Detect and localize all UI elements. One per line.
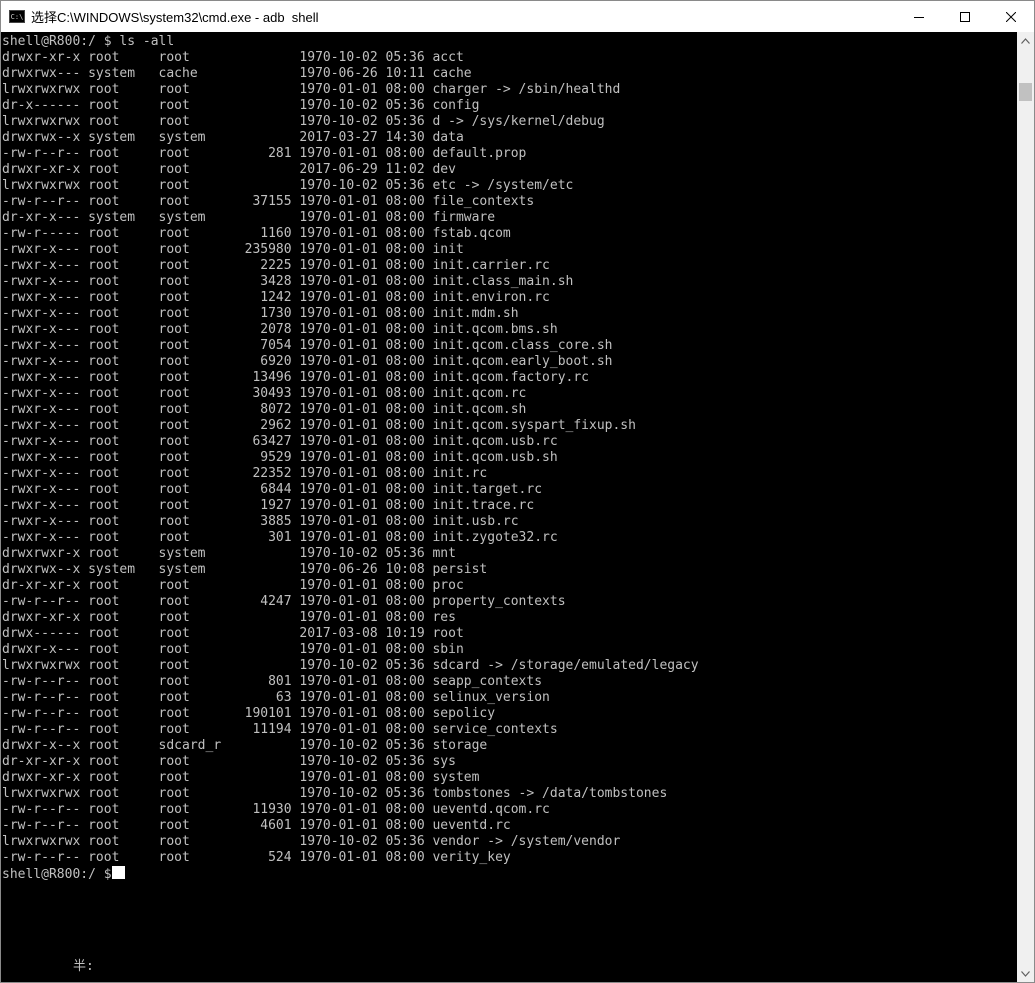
- listing-row: -rw-r----- root root 1160 1970-01-01 08:…: [2, 226, 511, 241]
- scroll-down-button[interactable]: [1017, 965, 1034, 982]
- listing-row: dr-x------ root root 1970-10-02 05:36 co…: [2, 98, 480, 113]
- listing-row: -rwxr-x--- root root 2962 1970-01-01 08:…: [2, 418, 636, 433]
- command-line: shell@R800:/ $ ls -all: [2, 34, 175, 49]
- listing-row: dr-xr-xr-x root root 1970-10-02 05:36 sy…: [2, 754, 456, 769]
- title-bar[interactable]: C:\ 选择C:\WINDOWS\system32\cmd.exe - adb …: [1, 1, 1034, 32]
- cmd-window: C:\ 选择C:\WINDOWS\system32\cmd.exe - adb …: [0, 0, 1035, 983]
- listing-row: -rwxr-x--- root root 22352 1970-01-01 08…: [2, 466, 488, 481]
- listing-row: -rwxr-x--- root root 301 1970-01-01 08:0…: [2, 530, 558, 545]
- listing-row: -rwxr-x--- root root 6844 1970-01-01 08:…: [2, 482, 543, 497]
- listing-row: -rwxr-x--- root root 3428 1970-01-01 08:…: [2, 274, 574, 289]
- maximize-button[interactable]: [942, 1, 988, 32]
- chevron-down-icon: [1021, 970, 1030, 977]
- window-title: 选择C:\WINDOWS\system32\cmd.exe - adb shel…: [31, 10, 319, 25]
- listing-row: -rwxr-x--- root root 1242 1970-01-01 08:…: [2, 290, 550, 305]
- console-output: shell@R800:/ $ ls -all drwxr-xr-x root ro…: [2, 34, 699, 882]
- close-icon: [1006, 11, 1016, 22]
- listing-row: lrwxrwxrwx root root 1970-10-02 05:36 ve…: [2, 834, 621, 849]
- minimize-button[interactable]: [896, 1, 942, 32]
- listing-row: drwxrwx--x system system 2017-03-27 14:3…: [2, 130, 464, 145]
- listing-row: -rwxr-x--- root root 13496 1970-01-01 08…: [2, 370, 589, 385]
- scroll-up-button[interactable]: [1017, 32, 1034, 49]
- listing-row: lrwxrwxrwx root root 1970-10-02 05:36 et…: [2, 178, 574, 193]
- listing-row: -rwxr-x--- root root 30493 1970-01-01 08…: [2, 386, 527, 401]
- listing-row: -rw-r--r-- root root 11194 1970-01-01 08…: [2, 722, 558, 737]
- scroll-thumb[interactable]: [1019, 83, 1032, 101]
- listing-row: -rw-r--r-- root root 281 1970-01-01 08:0…: [2, 146, 527, 161]
- listing-row: -rwxr-x--- root root 1927 1970-01-01 08:…: [2, 498, 535, 513]
- listing-row: lrwxrwxrwx root root 1970-10-02 05:36 to…: [2, 786, 668, 801]
- listing-row: drwx------ root root 2017-03-08 10:19 ro…: [2, 626, 464, 641]
- vertical-scrollbar[interactable]: [1017, 32, 1034, 982]
- listing-row: lrwxrwxrwx root root 1970-10-02 05:36 d …: [2, 114, 605, 129]
- listing-row: -rwxr-x--- root root 8072 1970-01-01 08:…: [2, 402, 527, 417]
- final-prompt-line: shell@R800:/ $: [2, 866, 699, 882]
- listing-row: drwxr-xr-x root root 2017-06-29 11:02 de…: [2, 162, 456, 177]
- cmd-icon[interactable]: C:\: [9, 10, 25, 23]
- listing-row: -rwxr-x--- root root 6920 1970-01-01 08:…: [2, 354, 613, 369]
- listing-row: -rw-r--r-- root root 4601 1970-01-01 08:…: [2, 818, 511, 833]
- minimize-icon: [914, 16, 924, 18]
- listing-row: -rw-r--r-- root root 524 1970-01-01 08:0…: [2, 850, 511, 865]
- listing-row: drwxrwxr-x root system 1970-10-02 05:36 …: [2, 546, 456, 561]
- close-button[interactable]: [988, 1, 1034, 32]
- listing-row: -rw-r--r-- root root 37155 1970-01-01 08…: [2, 194, 535, 209]
- console-area[interactable]: shell@R800:/ $ ls -all drwxr-xr-x root ro…: [1, 32, 1017, 982]
- ime-status: 半:: [73, 959, 94, 974]
- listing-row: -rw-r--r-- root root 190101 1970-01-01 0…: [2, 706, 496, 721]
- listing-row: drwxr-xr-x root root 1970-01-01 08:00 re…: [2, 610, 456, 625]
- listing-row: -rw-r--r-- root root 11930 1970-01-01 08…: [2, 802, 550, 817]
- listing-row: drwxr-xr-x root root 1970-01-01 08:00 sy…: [2, 770, 480, 785]
- directory-listing: drwxr-xr-x root root 1970-10-02 05:36 ac…: [2, 50, 699, 866]
- listing-row: -rwxr-x--- root root 2078 1970-01-01 08:…: [2, 322, 558, 337]
- listing-row: -rwxr-x--- root root 1730 1970-01-01 08:…: [2, 306, 519, 321]
- listing-row: -rwxr-x--- root root 7054 1970-01-01 08:…: [2, 338, 613, 353]
- listing-row: drwxrwx--- system cache 1970-06-26 10:11…: [2, 66, 472, 81]
- listing-row: drwxr-x--- root root 1970-01-01 08:00 sb…: [2, 642, 464, 657]
- listing-row: lrwxrwxrwx root root 1970-10-02 05:36 sd…: [2, 658, 699, 673]
- listing-row: -rwxr-x--- root root 63427 1970-01-01 08…: [2, 434, 558, 449]
- final-prompt: shell@R800:/ $: [2, 867, 112, 882]
- listing-row: lrwxrwxrwx root root 1970-01-01 08:00 ch…: [2, 82, 621, 97]
- listing-row: -rw-r--r-- root root 63 1970-01-01 08:00…: [2, 690, 550, 705]
- listing-row: -rw-r--r-- root root 801 1970-01-01 08:0…: [2, 674, 543, 689]
- listing-row: -rw-r--r-- root root 4247 1970-01-01 08:…: [2, 594, 566, 609]
- listing-row: drwxrwx--x system system 1970-06-26 10:0…: [2, 562, 488, 577]
- listing-row: -rwxr-x--- root root 2225 1970-01-01 08:…: [2, 258, 550, 273]
- maximize-icon: [960, 11, 970, 22]
- listing-row: -rwxr-x--- root root 235980 1970-01-01 0…: [2, 242, 464, 257]
- listing-row: drwxr-xr-x root root 1970-10-02 05:36 ac…: [2, 50, 464, 65]
- listing-row: dr-xr-x--- system system 1970-01-01 08:0…: [2, 210, 496, 225]
- listing-row: dr-xr-xr-x root root 1970-01-01 08:00 pr…: [2, 578, 464, 593]
- window-controls: [896, 1, 1034, 32]
- listing-row: -rwxr-x--- root root 9529 1970-01-01 08:…: [2, 450, 558, 465]
- text-cursor: [111, 866, 125, 879]
- listing-row: drwxr-x--x root sdcard_r 1970-10-02 05:3…: [2, 738, 488, 753]
- chevron-up-icon: [1021, 37, 1030, 44]
- listing-row: -rwxr-x--- root root 3885 1970-01-01 08:…: [2, 514, 519, 529]
